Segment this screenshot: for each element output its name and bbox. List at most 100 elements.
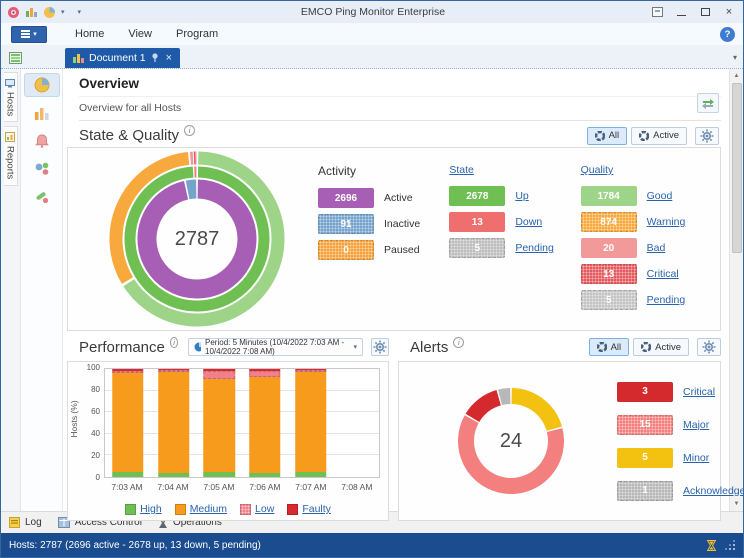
- bar-segment-high[interactable]: [158, 473, 190, 477]
- bar-segment-medium[interactable]: [112, 373, 144, 472]
- rail-overview-button[interactable]: [24, 73, 60, 97]
- sq-filter-active-button[interactable]: Active: [631, 127, 687, 145]
- perf-bar-7-04-am[interactable]: [158, 369, 190, 477]
- performance-settings-button[interactable]: [371, 338, 389, 356]
- quick-chart-icon[interactable]: [25, 6, 38, 18]
- list-item: 2678 Up: [449, 186, 574, 206]
- quality-header-link[interactable]: Quality: [581, 164, 706, 176]
- alerts-segment-minor[interactable]: [512, 396, 555, 429]
- perf-bar-7-06-am[interactable]: [249, 369, 281, 477]
- activity-header: Activity: [318, 164, 443, 178]
- total-hosts-count: 2787: [175, 228, 220, 251]
- info-icon[interactable]: i: [453, 337, 464, 348]
- application-menu-button[interactable]: ▾: [11, 26, 47, 43]
- perf-bar-7-07-am[interactable]: [295, 369, 327, 477]
- state-header-link[interactable]: State: [449, 164, 574, 176]
- x-tick-label: 7:04 AM: [150, 482, 196, 492]
- menu-view[interactable]: View: [116, 26, 164, 42]
- quick-pie-icon[interactable]: [43, 6, 56, 19]
- alerts-segment-acknowledged[interactable]: [500, 396, 510, 397]
- bar-segment-high[interactable]: [249, 473, 281, 477]
- critical-alerts-link[interactable]: Critical: [683, 386, 715, 398]
- hosts-panel-icon[interactable]: [5, 52, 25, 64]
- active-count-badge: 2696: [318, 188, 374, 208]
- bar-segment-high[interactable]: [112, 472, 144, 477]
- active-label: Active: [384, 192, 413, 204]
- low-link[interactable]: Low: [255, 503, 274, 515]
- down-count-badge: 13: [449, 212, 505, 232]
- help-button[interactable]: ?: [720, 27, 735, 42]
- bar-segment-high[interactable]: [295, 472, 327, 477]
- sq-activity-segment-inactive[interactable]: [188, 189, 197, 190]
- alerts-filter-active-button[interactable]: Active: [633, 338, 689, 356]
- pin-icon[interactable]: [151, 53, 159, 63]
- faulty-link[interactable]: Faulty: [302, 503, 331, 515]
- good-count-badge: 1784: [581, 186, 637, 206]
- acknowledged-alerts-link[interactable]: Acknowledged: [683, 485, 744, 497]
- acknowledged-alerts-badge: 1: [617, 481, 673, 501]
- sq-settings-button[interactable]: [695, 127, 719, 145]
- perf-bar-7-03-am[interactable]: [112, 369, 144, 477]
- perf-bar-7-05-am[interactable]: [203, 369, 235, 477]
- menu-home[interactable]: Home: [63, 26, 116, 42]
- alerts-settings-button[interactable]: [697, 338, 721, 356]
- high-link[interactable]: High: [140, 503, 162, 515]
- alerts-segment-critical[interactable]: [472, 398, 498, 418]
- inactive-count-badge: 91: [318, 214, 374, 234]
- close-button[interactable]: ×: [719, 4, 739, 20]
- legend-swatch: [175, 504, 186, 515]
- tab-list-caret-icon[interactable]: ▾: [733, 53, 737, 62]
- sq-filter-all-button[interactable]: All: [587, 127, 628, 145]
- performance-section: Performance i Period: 5 Minutes (10/4/20…: [67, 333, 389, 521]
- quick-access-caret-icon[interactable]: ▾: [61, 9, 65, 16]
- auto-update-button[interactable]: [697, 93, 719, 113]
- bar-segment-low[interactable]: [203, 371, 235, 379]
- pending-link[interactable]: Pending: [515, 242, 554, 254]
- bar-segment-high[interactable]: [203, 472, 235, 477]
- tab-close-icon[interactable]: ×: [166, 52, 172, 64]
- minimize-button[interactable]: [671, 4, 691, 20]
- period-dropdown[interactable]: Period: 5 Minutes (10/4/2022 7:03 AM - 1…: [188, 338, 363, 356]
- bar-segment-medium[interactable]: [158, 372, 190, 473]
- rail-alerts-button[interactable]: [24, 129, 60, 153]
- info-icon[interactable]: i: [184, 125, 195, 136]
- performance-legend: High Medium Low Faulty: [68, 503, 388, 515]
- bar-segment-medium[interactable]: [203, 379, 235, 472]
- rail-tools-button[interactable]: [24, 185, 60, 209]
- resize-grip[interactable]: [726, 541, 735, 550]
- good-link[interactable]: Good: [647, 190, 673, 202]
- list-item: 1784 Good: [581, 186, 706, 206]
- bad-link[interactable]: Bad: [647, 242, 666, 254]
- legend-swatch: [287, 504, 298, 515]
- chevron-down-icon: ▾: [33, 31, 37, 38]
- y-tick-label: 80: [91, 385, 100, 394]
- rail-states-button[interactable]: [24, 157, 60, 181]
- ribbon-display-button[interactable]: [647, 4, 667, 20]
- panel-tab-reports[interactable]: Reports: [4, 126, 18, 185]
- pending-quality-link[interactable]: Pending: [647, 294, 686, 306]
- list-item: 5 Pending: [449, 238, 574, 258]
- document-tab[interactable]: Document 1 ×: [65, 48, 180, 68]
- up-link[interactable]: Up: [515, 190, 528, 202]
- bar-segment-medium[interactable]: [295, 372, 327, 472]
- scroll-up-icon[interactable]: ▲: [734, 69, 740, 83]
- document-chart-icon: [73, 53, 84, 63]
- down-link[interactable]: Down: [515, 216, 542, 228]
- rail-performance-button[interactable]: [24, 101, 60, 125]
- medium-link[interactable]: Medium: [190, 503, 227, 515]
- major-alerts-link[interactable]: Major: [683, 419, 709, 431]
- minor-alerts-link[interactable]: Minor: [683, 452, 709, 464]
- gridline: [105, 411, 379, 412]
- warning-link[interactable]: Warning: [647, 216, 686, 228]
- bar-segment-medium[interactable]: [249, 377, 281, 473]
- bell-icon: [33, 132, 51, 150]
- scrollbar-thumb[interactable]: [732, 83, 742, 253]
- menu-program[interactable]: Program: [164, 26, 230, 42]
- critical-link[interactable]: Critical: [647, 268, 679, 280]
- alerts-filter-all-button[interactable]: All: [589, 338, 630, 356]
- info-icon[interactable]: i: [170, 337, 178, 348]
- toolbar-customize-caret-icon[interactable]: ▾: [78, 9, 82, 16]
- panel-tab-hosts[interactable]: Hosts: [4, 72, 18, 122]
- dock-tab-log[interactable]: Log: [9, 517, 42, 528]
- maximize-button[interactable]: [695, 4, 715, 20]
